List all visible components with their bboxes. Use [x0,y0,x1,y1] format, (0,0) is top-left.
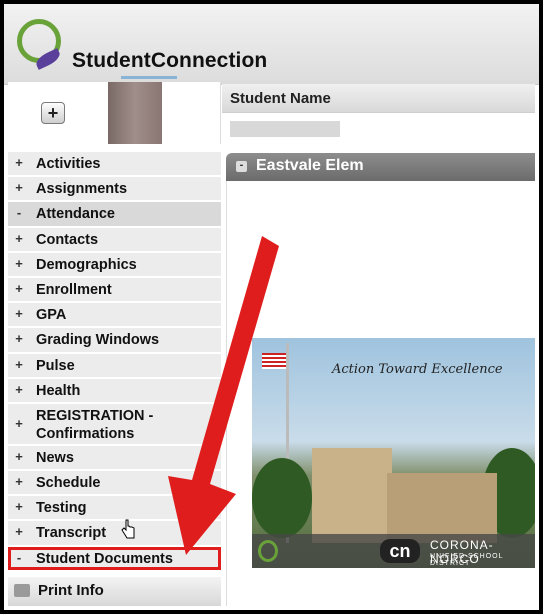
plus-icon: + [15,474,23,490]
menu-label: Contacts [36,231,99,248]
plus-icon: + [15,499,23,515]
menu-label: GPA [36,307,67,324]
plus-icon: + [15,255,23,271]
menu-item-pulse[interactable]: + Pulse [8,353,221,377]
printer-icon [14,584,30,597]
flag-icon [262,353,286,369]
district-banner: cn CORONA-NORCO UNIFIED SCHOOL DISTRICT [252,534,535,568]
menu-item-contacts[interactable]: + Contacts [8,227,221,251]
district-logo: cn [380,539,420,563]
menu-label: Transcript [36,525,107,542]
school-building-wing [387,473,497,543]
plus-icon: + [15,415,23,431]
expand-plus-button[interactable]: + [41,102,65,124]
app-header: StudentConnection [4,4,539,85]
menu-label: REGISTRATION - Confirmations [36,407,154,442]
menu-label: Demographics [36,256,137,273]
menu-label: Attendance [36,206,115,223]
hand-cursor-icon [121,519,135,539]
menu-label: Grading Windows [36,332,160,349]
minus-icon: - [16,549,22,565]
plus-icon: + [15,230,23,246]
minus-icon: - [16,205,22,221]
plus-icon: + [15,306,23,322]
menu-item-assignments[interactable]: + Assignments [8,177,221,201]
q-logo-icon [258,540,278,562]
school-building [312,448,392,543]
menu-item-attendance[interactable]: - Attendance [8,202,221,226]
menu-item-health[interactable]: + Health [8,378,221,402]
plus-icon: + [15,280,23,296]
menu-label: Assignments [36,181,128,198]
plus-icon: + [15,180,23,196]
menu-item-enrollment[interactable]: + Enrollment [8,277,221,302]
plus-icon: + [15,155,23,170]
plus-icon: + [15,356,23,372]
menu-label: Student Documents [36,550,173,567]
plus-icon: + [15,524,23,540]
student-name-header: Student Name [222,84,535,113]
student-name-label: Student Name [230,90,331,107]
menu-label: Pulse [36,357,75,374]
plus-icon: + [15,331,23,347]
menu-label: Enrollment [36,281,112,298]
brand-underline [121,76,177,79]
school-name: Eastvale Elem [256,157,364,174]
menu-label: News [36,449,74,466]
print-info-button[interactable]: Print Info [8,577,221,606]
brand-title: StudentConnection [72,49,268,72]
menu-item-schedule[interactable]: + Schedule [8,471,221,495]
print-info-label: Print Info [38,582,104,599]
menu-label: Health [36,382,81,399]
plus-icon: + [15,381,23,397]
student-name-value [230,121,340,137]
menu-item-activities[interactable]: + Activities [8,152,221,176]
menu-item-student-documents[interactable]: - Student Documents [8,546,221,570]
school-motto: Action Toward Excellence [332,362,503,377]
menu-label: Testing [36,500,87,517]
menu-item-gpa[interactable]: + GPA [8,303,221,327]
student-avatar [108,82,162,144]
tree [252,458,312,538]
menu-item-testing[interactable]: + Testing [8,496,221,520]
side-menu: + Activities + Assignments - Attendance + Co… [8,152,221,572]
menu-item-demographics[interactable]: + Demographics [8,252,221,276]
menu-item-grading-windows[interactable]: + Grading Windows [8,328,221,352]
school-photo: Action Toward Excellence cn CORONA-NORCO… [252,338,535,568]
menu-item-transcript[interactable]: + Transcript [8,521,221,545]
menu-label: Schedule [36,475,101,492]
collapse-icon[interactable]: - [236,160,247,172]
menu-item-news[interactable]: + News [8,445,221,470]
student-photo-panel: + [8,82,221,144]
district-subtitle: UNIFIED SCHOOL DISTRICT [430,553,504,567]
plus-icon: + [15,448,23,464]
school-panel-header[interactable]: - Eastvale Elem [226,153,535,181]
menu-item-registration[interactable]: + REGISTRATION - Confirmations [8,403,221,444]
menu-label: Activities [36,156,101,172]
